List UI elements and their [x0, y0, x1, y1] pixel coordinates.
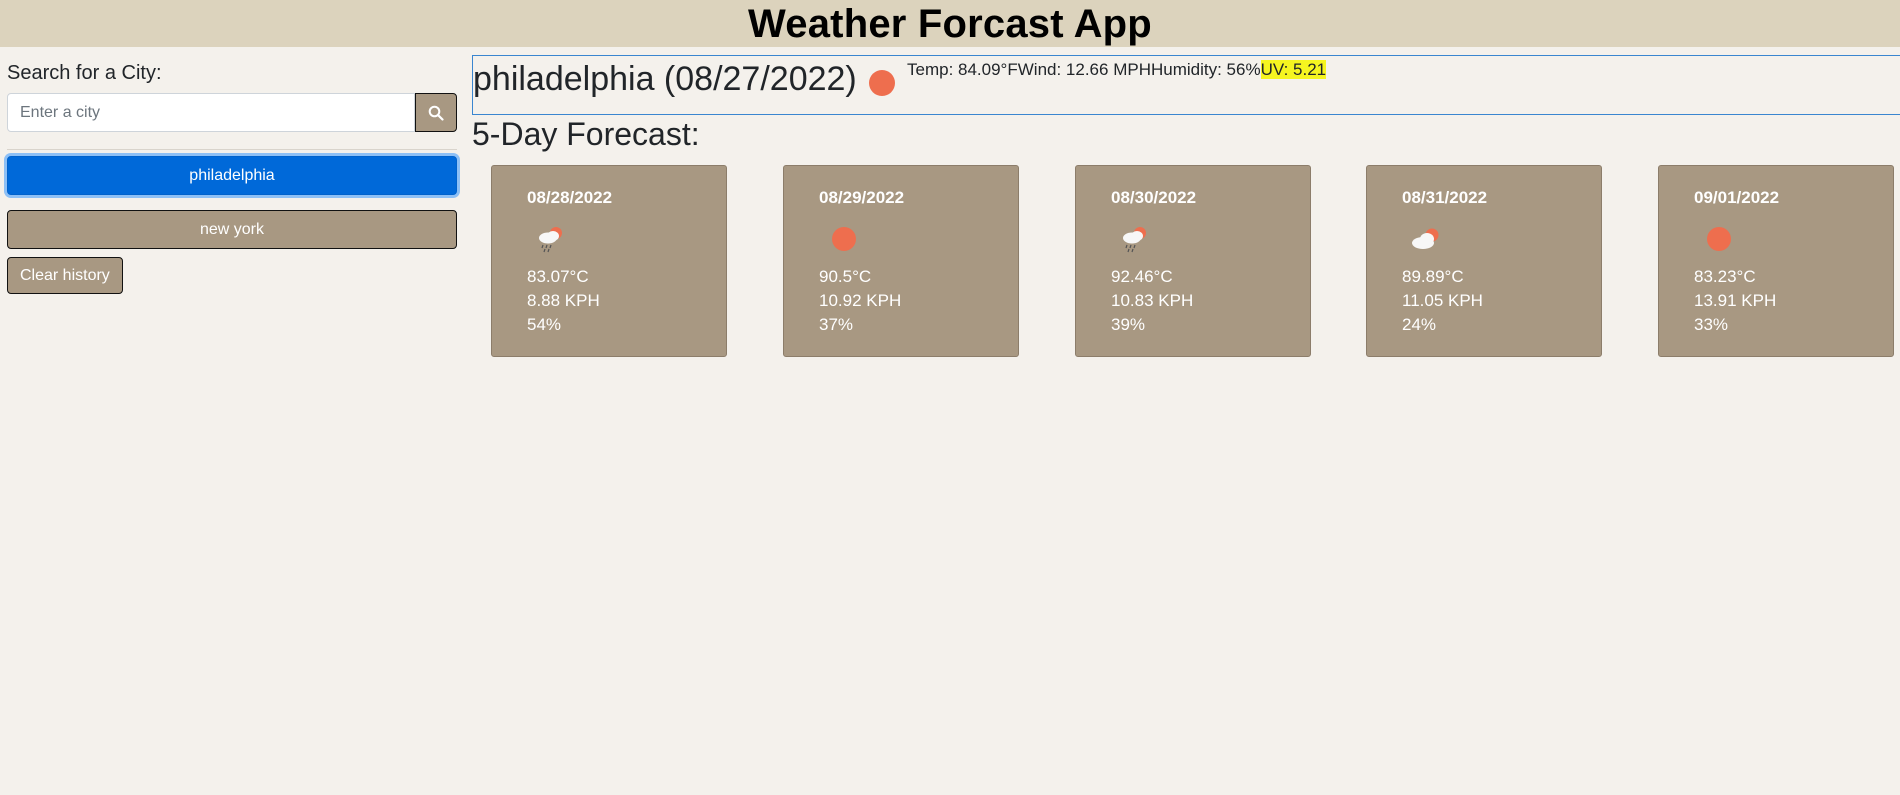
history-button-philadelphia[interactable]: philadelphia [7, 156, 457, 195]
forecast-wind: 8.88 KPH [527, 291, 600, 310]
forecast-card: 08/29/2022 90.5°C 10.92 KPH 37% [783, 165, 1019, 357]
forecast-humidity: 54% [527, 315, 562, 334]
sidebar: Search for a City: philadelphia new york… [7, 62, 457, 294]
forecast-title: 5-Day Forecast: [472, 116, 700, 152]
search-row [7, 93, 457, 132]
forecast-temp: 89.89°C [1402, 267, 1464, 286]
current-city-title: philadelphia (08/27/2022) [473, 60, 857, 98]
current-stats: Temp: 84.09°FWind: 12.66 MPHHumidity: 56… [907, 60, 1327, 80]
forecast-temp: 92.46°C [1111, 267, 1173, 286]
current-uv: UV: 5.21 [1260, 60, 1327, 79]
search-icon [428, 105, 444, 121]
history-button-new-york[interactable]: new york [7, 210, 457, 249]
forecast-card: 09/01/2022 83.23°C 13.91 KPH 33% [1658, 165, 1894, 357]
forecast-card: 08/31/2022 89.89°C 11.05 KPH 24% [1366, 165, 1602, 357]
current-weather-panel: philadelphia (08/27/2022) Temp: 84.09°FW… [472, 55, 1900, 115]
city-search-input[interactable] [7, 93, 415, 132]
forecast-date: 08/30/2022 [1111, 188, 1197, 207]
sun-icon [1707, 227, 1731, 251]
forecast-wind: 11.05 KPH [1402, 291, 1483, 310]
forecast-card: 08/30/2022 92.46°C 10.83 KPH 39% [1075, 165, 1311, 357]
forecast-date: 08/28/2022 [527, 188, 613, 207]
forecast-date: 08/31/2022 [1402, 188, 1488, 207]
forecast-temp: 90.5°C [819, 267, 872, 286]
forecast-humidity: 24% [1402, 315, 1437, 334]
sun-icon [869, 70, 895, 96]
forecast-card: 08/28/2022 83.07°C 8.88 KPH 54% [491, 165, 727, 357]
forecast-wind: 10.83 KPH [1111, 291, 1194, 310]
forecast-humidity: 37% [819, 315, 854, 334]
rain-cloud-sun-icon [539, 227, 562, 253]
search-label: Search for a City: [7, 62, 162, 84]
app-title: Weather Forcast App [748, 2, 1152, 46]
current-temp: Temp: 84.09°F [907, 60, 1018, 79]
sidebar-divider [7, 149, 457, 150]
rain-cloud-sun-icon [1123, 227, 1146, 253]
forecast-humidity: 33% [1694, 315, 1729, 334]
clear-history-button[interactable]: Clear history [7, 257, 123, 294]
forecast-temp: 83.07°C [527, 267, 589, 286]
forecast-date: 08/29/2022 [819, 188, 905, 207]
sun-icon [832, 227, 856, 251]
current-humidity: Humidity: 56% [1150, 60, 1261, 79]
cloud-sun-icon [1412, 228, 1439, 249]
app-header: Weather Forcast App [0, 0, 1900, 47]
forecast-humidity: 39% [1111, 315, 1146, 334]
forecast-temp: 83.23°C [1694, 267, 1756, 286]
forecast-wind: 10.92 KPH [819, 291, 902, 310]
forecast-wind: 13.91 KPH [1694, 291, 1777, 310]
current-wind: Wind: 12.66 MPH [1017, 60, 1151, 79]
forecast-date: 09/01/2022 [1694, 188, 1780, 207]
search-button[interactable] [415, 93, 457, 132]
